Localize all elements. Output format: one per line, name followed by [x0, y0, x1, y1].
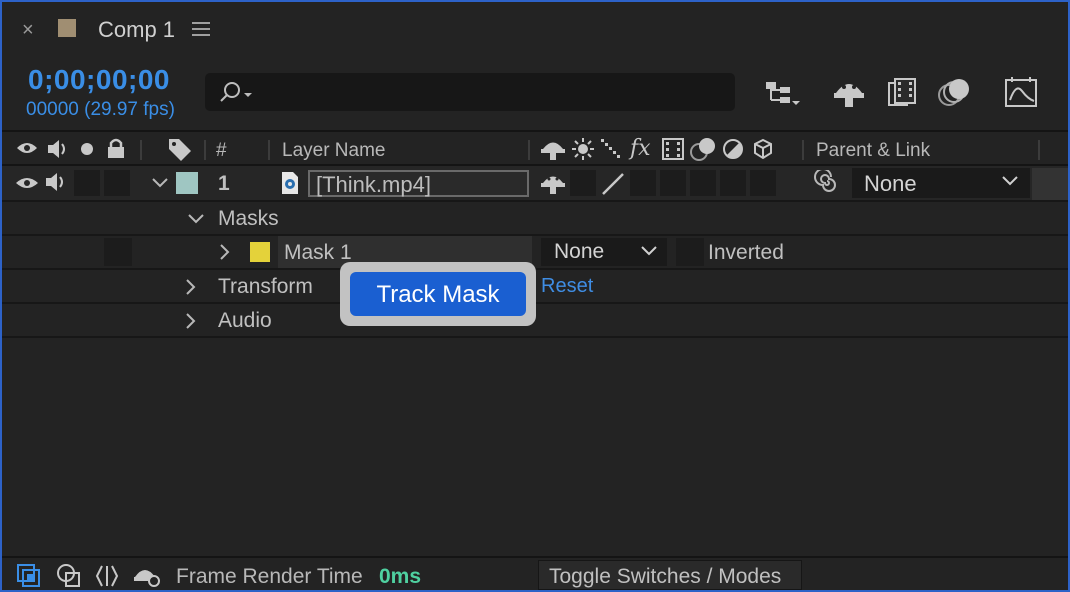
- tooltip-text: Track Mask: [376, 281, 500, 308]
- video-file-icon: [280, 171, 300, 195]
- column-separator: [528, 140, 530, 160]
- draft-3d-icon[interactable]: [832, 75, 866, 109]
- hamburger-icon[interactable]: [192, 21, 210, 37]
- composition-flowchart-icon[interactable]: [764, 75, 804, 109]
- layer-column-header: # Layer Name fx Parent & Link: [2, 130, 1068, 166]
- audio-label: Audio: [218, 309, 272, 332]
- layer-bar-end: [1032, 168, 1068, 200]
- mask-row[interactable]: Mask 1 None Inverted: [2, 236, 1068, 270]
- frame-blend-column-icon[interactable]: [662, 138, 684, 160]
- timeline-bottom-bar: Frame Render Time 0ms Toggle Switches / …: [2, 556, 1068, 590]
- solo-icon[interactable]: [80, 142, 94, 156]
- comp-tab-title[interactable]: Comp 1: [98, 17, 175, 43]
- column-number[interactable]: #: [216, 140, 227, 162]
- frame-render-time-label: Frame Render Time: [176, 565, 363, 588]
- mask-lock-toggle[interactable]: [104, 238, 132, 266]
- layer-quality-switch-icon[interactable]: [600, 171, 626, 197]
- graph-editor-icon[interactable]: [1004, 75, 1040, 109]
- layer-solo-toggle[interactable]: [74, 170, 100, 196]
- shy-icon[interactable]: [540, 138, 566, 160]
- mask-name: Mask 1: [284, 241, 352, 264]
- column-layer-name[interactable]: Layer Name: [282, 140, 386, 162]
- layer-row[interactable]: 1 [Think.mp4] None: [2, 166, 1068, 202]
- comp-label-swatch: [58, 19, 76, 37]
- close-tab-icon[interactable]: ×: [22, 19, 34, 42]
- lock-icon[interactable]: [106, 137, 126, 159]
- masks-group-row[interactable]: Masks: [2, 202, 1068, 236]
- inverted-checkbox[interactable]: [676, 238, 704, 266]
- transform-label: Transform: [218, 275, 313, 298]
- search-icon: [219, 80, 259, 104]
- column-separator: [268, 140, 270, 160]
- layer-name-field[interactable]: [Think.mp4]: [308, 170, 529, 197]
- layer-label-swatch[interactable]: [176, 172, 198, 194]
- layer-adjustment-switch[interactable]: [720, 170, 746, 196]
- layer-lock-toggle[interactable]: [104, 170, 130, 196]
- layer-3d-switch[interactable]: [750, 170, 776, 196]
- chevron-down-icon: [641, 246, 657, 256]
- mask-color-swatch[interactable]: [250, 242, 270, 262]
- toggle-switches-modes-label: Toggle Switches / Modes: [549, 565, 782, 588]
- chevron-right-icon[interactable]: [186, 313, 196, 329]
- layer-fx-switch[interactable]: [630, 170, 656, 196]
- panel-tab-bar: × Comp 1: [2, 2, 1068, 58]
- frame-count-display: 00000 (29.97 fps): [26, 99, 175, 120]
- adjustment-layer-icon[interactable]: [722, 138, 744, 160]
- chevron-down-icon[interactable]: [152, 178, 168, 188]
- render-time-pane-icon[interactable]: [132, 563, 160, 589]
- column-separator: [140, 140, 142, 160]
- speaker-icon[interactable]: [46, 138, 70, 160]
- transform-reset-link[interactable]: Reset: [541, 275, 593, 298]
- inverted-label: Inverted: [708, 241, 784, 264]
- search-input[interactable]: [205, 73, 735, 111]
- eye-icon[interactable]: [16, 140, 38, 156]
- chevron-down-icon: [1002, 176, 1018, 186]
- current-time-display[interactable]: 0;00;00;00: [28, 64, 170, 96]
- layer-collapse-switch[interactable]: [570, 170, 596, 196]
- effects-fx-icon[interactable]: fx: [630, 136, 651, 161]
- mask-mode-value: None: [554, 240, 605, 263]
- chevron-right-icon[interactable]: [220, 244, 230, 260]
- chevron-down-icon[interactable]: [188, 214, 204, 224]
- 3d-layer-icon[interactable]: [752, 138, 774, 160]
- in-out-duration-pane-icon[interactable]: [94, 563, 120, 589]
- layer-video-toggle[interactable]: [12, 168, 42, 198]
- label-tag-icon[interactable]: [167, 137, 193, 161]
- layer-index: 1: [218, 172, 230, 195]
- masks-label: Masks: [218, 207, 279, 230]
- layer-audio-toggle[interactable]: [44, 170, 70, 194]
- layer-frameblend-switch[interactable]: [660, 170, 686, 196]
- column-separator: [204, 140, 206, 160]
- motion-blur-icon[interactable]: [936, 75, 974, 109]
- column-parent-link[interactable]: Parent & Link: [816, 140, 930, 162]
- layer-switches-pane-icon[interactable]: [16, 563, 42, 589]
- toggle-switches-modes-button[interactable]: Toggle Switches / Modes: [538, 560, 802, 590]
- mask-mode-select[interactable]: None: [541, 238, 667, 266]
- frame-render-time-value: 0ms: [379, 565, 422, 588]
- layer-name-text: [Think.mp4]: [316, 172, 431, 197]
- column-separator: [1038, 140, 1040, 160]
- quality-icon[interactable]: [600, 138, 622, 160]
- chevron-right-icon[interactable]: [186, 279, 196, 295]
- collapse-sun-icon[interactable]: [572, 138, 594, 160]
- transfer-controls-pane-icon[interactable]: [56, 563, 82, 589]
- parent-select[interactable]: None: [852, 168, 1030, 198]
- motion-blur-column-icon[interactable]: [690, 136, 718, 162]
- column-separator: [802, 140, 804, 160]
- layer-shy-switch-icon[interactable]: [540, 172, 566, 194]
- layer-motionblur-switch[interactable]: [690, 170, 716, 196]
- timeline-panel: × Comp 1 0;00;00;00 00000 (29.97 fps) # …: [0, 0, 1070, 592]
- track-mask-tooltip: Track Mask: [350, 272, 526, 316]
- frame-blending-icon[interactable]: [886, 75, 920, 109]
- parent-select-value: None: [864, 171, 917, 196]
- pick-whip-icon[interactable]: [814, 170, 840, 196]
